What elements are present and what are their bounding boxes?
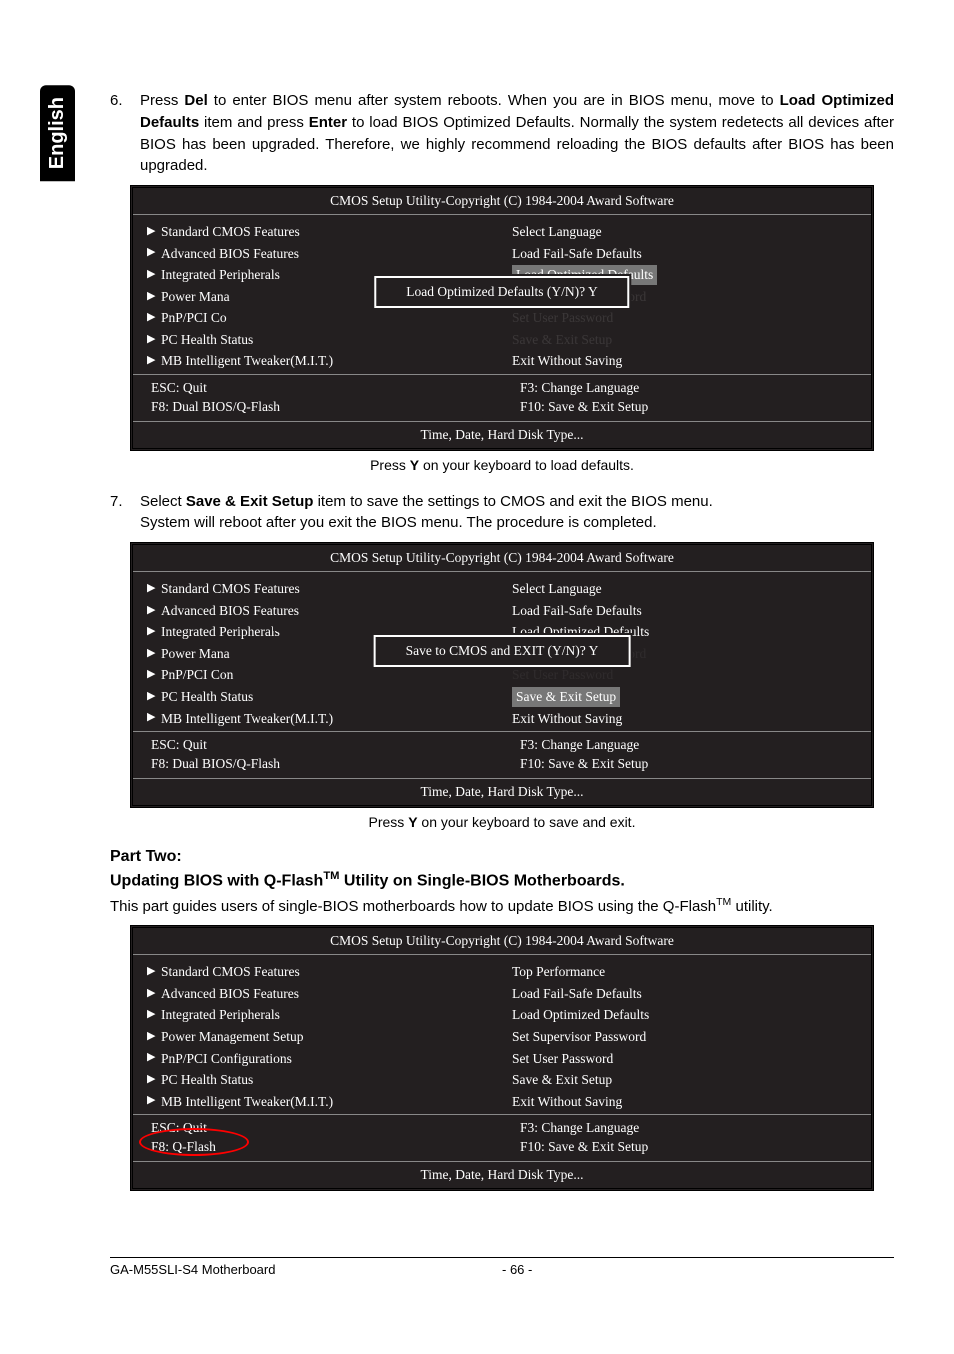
bios-menu-item[interactable]: ▶Power Management Setup xyxy=(133,1026,502,1048)
step-number: 6. xyxy=(110,90,140,177)
triangle-icon: ▶ xyxy=(147,1050,155,1066)
bios-menu-item[interactable]: ▶PC Health Status xyxy=(133,686,502,708)
step-text: Press Del to enter BIOS menu after syste… xyxy=(140,90,894,177)
triangle-icon: ▶ xyxy=(147,646,155,662)
bios-menu-item[interactable]: Select Language xyxy=(502,221,871,243)
bios-menu-item[interactable]: Select Language xyxy=(502,578,871,600)
triangle-icon: ▶ xyxy=(147,710,155,726)
footer-left: GA-M55SLI-S4 Motherboard xyxy=(110,1262,502,1277)
caption: Press Y on your keyboard to save and exi… xyxy=(110,814,894,830)
confirm-dialog[interactable]: Load Optimized Defaults (Y/N)? Y xyxy=(374,276,629,308)
bios-menu-item[interactable]: Load Optimized Defaults xyxy=(502,1004,871,1026)
hint-f10: F10: Save & Exit Setup xyxy=(520,755,871,774)
bios-footer: ESC: QuitF8: Dual BIOS/Q-Flash F3: Chang… xyxy=(133,731,871,778)
triangle-icon: ▶ xyxy=(147,1072,155,1088)
hint-f10: F10: Save & Exit Setup xyxy=(520,1138,871,1157)
bios-menu-item[interactable]: ▶PC Health Status xyxy=(133,1069,502,1091)
hint-f8: F8: Q-Flash xyxy=(151,1138,502,1157)
step-text: Select Save & Exit Setup item to save th… xyxy=(140,491,894,535)
bios-menu-item[interactable]: ▶PnP/PCI Configurations xyxy=(133,1048,502,1070)
triangle-icon: ▶ xyxy=(147,332,155,348)
bios-menu-item[interactable]: Load Fail-Safe Defaults xyxy=(502,983,871,1005)
bios-menu-item[interactable]: ▶Standard CMOS Features xyxy=(133,961,502,983)
bios-screen-1: CMOS Setup Utility-Copyright (C) 1984-20… xyxy=(130,185,874,451)
confirm-dialog[interactable]: Save to CMOS and EXIT (Y/N)? Y xyxy=(374,635,631,667)
bios-menu-item[interactable]: ▶PnP/PCI Co xyxy=(133,307,502,329)
bios-menu-item[interactable]: Top Performance xyxy=(502,961,871,983)
bios-title: CMOS Setup Utility-Copyright (C) 1984-20… xyxy=(133,188,871,215)
caption: Press Y on your keyboard to load default… xyxy=(110,457,894,473)
triangle-icon: ▶ xyxy=(147,964,155,980)
intro-line: This part guides users of single-BIOS mo… xyxy=(110,896,894,915)
bios-menu-item[interactable]: ▶Standard CMOS Features xyxy=(133,221,502,243)
bios-help-line: Time, Date, Hard Disk Type... xyxy=(133,421,871,448)
hint-f8: F8: Dual BIOS/Q-Flash xyxy=(151,398,502,417)
hint-f10: F10: Save & Exit Setup xyxy=(520,398,871,417)
bios-menu-item[interactable]: Set User Password xyxy=(502,307,871,329)
triangle-icon: ▶ xyxy=(147,267,155,283)
bios-menu-item[interactable]: Exit Without Saving xyxy=(502,708,871,730)
bios-menu-item[interactable]: ▶Advanced BIOS Features xyxy=(133,983,502,1005)
bios-screen-3: CMOS Setup Utility-Copyright (C) 1984-20… xyxy=(130,925,874,1191)
footer-page-number: - 66 - xyxy=(502,1262,894,1277)
bios-screen-2: CMOS Setup Utility-Copyright (C) 1984-20… xyxy=(130,542,874,808)
triangle-icon: ▶ xyxy=(147,310,155,326)
bios-menu-item[interactable]: ▶Advanced BIOS Features xyxy=(133,600,502,622)
bios-menu-item[interactable]: ▶Standard CMOS Features xyxy=(133,578,502,600)
hint-esc: ESC: Quit xyxy=(151,1119,502,1138)
bios-title: CMOS Setup Utility-Copyright (C) 1984-20… xyxy=(133,545,871,572)
bios-footer: ESC: QuitF8: Dual BIOS/Q-Flash F3: Chang… xyxy=(133,374,871,421)
hint-esc: ESC: Quit xyxy=(151,379,502,398)
bios-menu-item[interactable]: Set User Password xyxy=(502,664,871,686)
bios-menu-item[interactable]: ▶Integrated Peripherals xyxy=(133,1004,502,1026)
triangle-icon: ▶ xyxy=(147,353,155,369)
section-heading: Part Two: xyxy=(110,848,894,866)
bios-left-column: ▶Standard CMOS Features ▶Advanced BIOS F… xyxy=(133,961,502,1112)
triangle-icon: ▶ xyxy=(147,1007,155,1023)
step-6: 6. Press Del to enter BIOS menu after sy… xyxy=(110,90,894,177)
bios-title: CMOS Setup Utility-Copyright (C) 1984-20… xyxy=(133,928,871,955)
triangle-icon: ▶ xyxy=(147,1029,155,1045)
bios-menu-item[interactable]: Exit Without Saving xyxy=(502,350,871,372)
triangle-icon: ▶ xyxy=(147,603,155,619)
step-number: 7. xyxy=(110,491,140,535)
hint-f3: F3: Change Language xyxy=(520,1119,871,1138)
page-footer: GA-M55SLI-S4 Motherboard - 66 - xyxy=(110,1257,894,1277)
bios-menu-item[interactable]: ▶MB Intelligent Tweaker(M.I.T.) xyxy=(133,350,502,372)
hint-f3: F3: Change Language xyxy=(520,379,871,398)
triangle-icon: ▶ xyxy=(147,289,155,305)
bios-menu-item[interactable]: ▶Advanced BIOS Features xyxy=(133,243,502,265)
bios-menu-item[interactable]: Load Fail-Safe Defaults xyxy=(502,243,871,265)
bios-menu-item[interactable]: Save & Exit Setup xyxy=(502,1069,871,1091)
bios-menu-item[interactable]: ▶MB Intelligent Tweaker(M.I.T.) xyxy=(133,1091,502,1113)
triangle-icon: ▶ xyxy=(147,224,155,240)
triangle-icon: ▶ xyxy=(147,986,155,1002)
bios-menu-item[interactable]: Save & Exit Setup xyxy=(502,686,871,708)
triangle-icon: ▶ xyxy=(147,689,155,705)
triangle-icon: ▶ xyxy=(147,1093,155,1109)
step-7: 7. Select Save & Exit Setup item to save… xyxy=(110,491,894,535)
section-subheading: Updating BIOS with Q-FlashTM Utility on … xyxy=(110,870,894,890)
bios-menu-item[interactable]: ▶MB Intelligent Tweaker(M.I.T.) xyxy=(133,708,502,730)
bios-menu-item[interactable]: Exit Without Saving xyxy=(502,1091,871,1113)
bios-menu-item[interactable]: Load Fail-Safe Defaults xyxy=(502,600,871,622)
hint-esc: ESC: Quit xyxy=(151,736,502,755)
triangle-icon: ▶ xyxy=(147,667,155,683)
bios-right-column: Top Performance Load Fail-Safe Defaults … xyxy=(502,961,871,1112)
bios-menu-item[interactable]: Set User Password xyxy=(502,1048,871,1070)
triangle-icon: ▶ xyxy=(147,624,155,640)
bios-help-line: Time, Date, Hard Disk Type... xyxy=(133,1161,871,1188)
bios-help-line: Time, Date, Hard Disk Type... xyxy=(133,778,871,805)
bios-menu-item[interactable]: Set Supervisor Password xyxy=(502,1026,871,1048)
selected-item: Save & Exit Setup xyxy=(512,687,620,707)
bios-menu-item[interactable]: ▶PnP/PCI Con xyxy=(133,664,502,686)
language-tab: English xyxy=(40,85,75,181)
hint-f8: F8: Dual BIOS/Q-Flash xyxy=(151,755,502,774)
hint-f3: F3: Change Language xyxy=(520,736,871,755)
bios-footer: ESC: QuitF8: Q-Flash F3: Change Language… xyxy=(133,1114,871,1161)
triangle-icon: ▶ xyxy=(147,581,155,597)
bios-menu-item[interactable]: Save & Exit Setup xyxy=(502,329,871,351)
triangle-icon: ▶ xyxy=(147,245,155,261)
bios-menu-item[interactable]: ▶PC Health Status xyxy=(133,329,502,351)
